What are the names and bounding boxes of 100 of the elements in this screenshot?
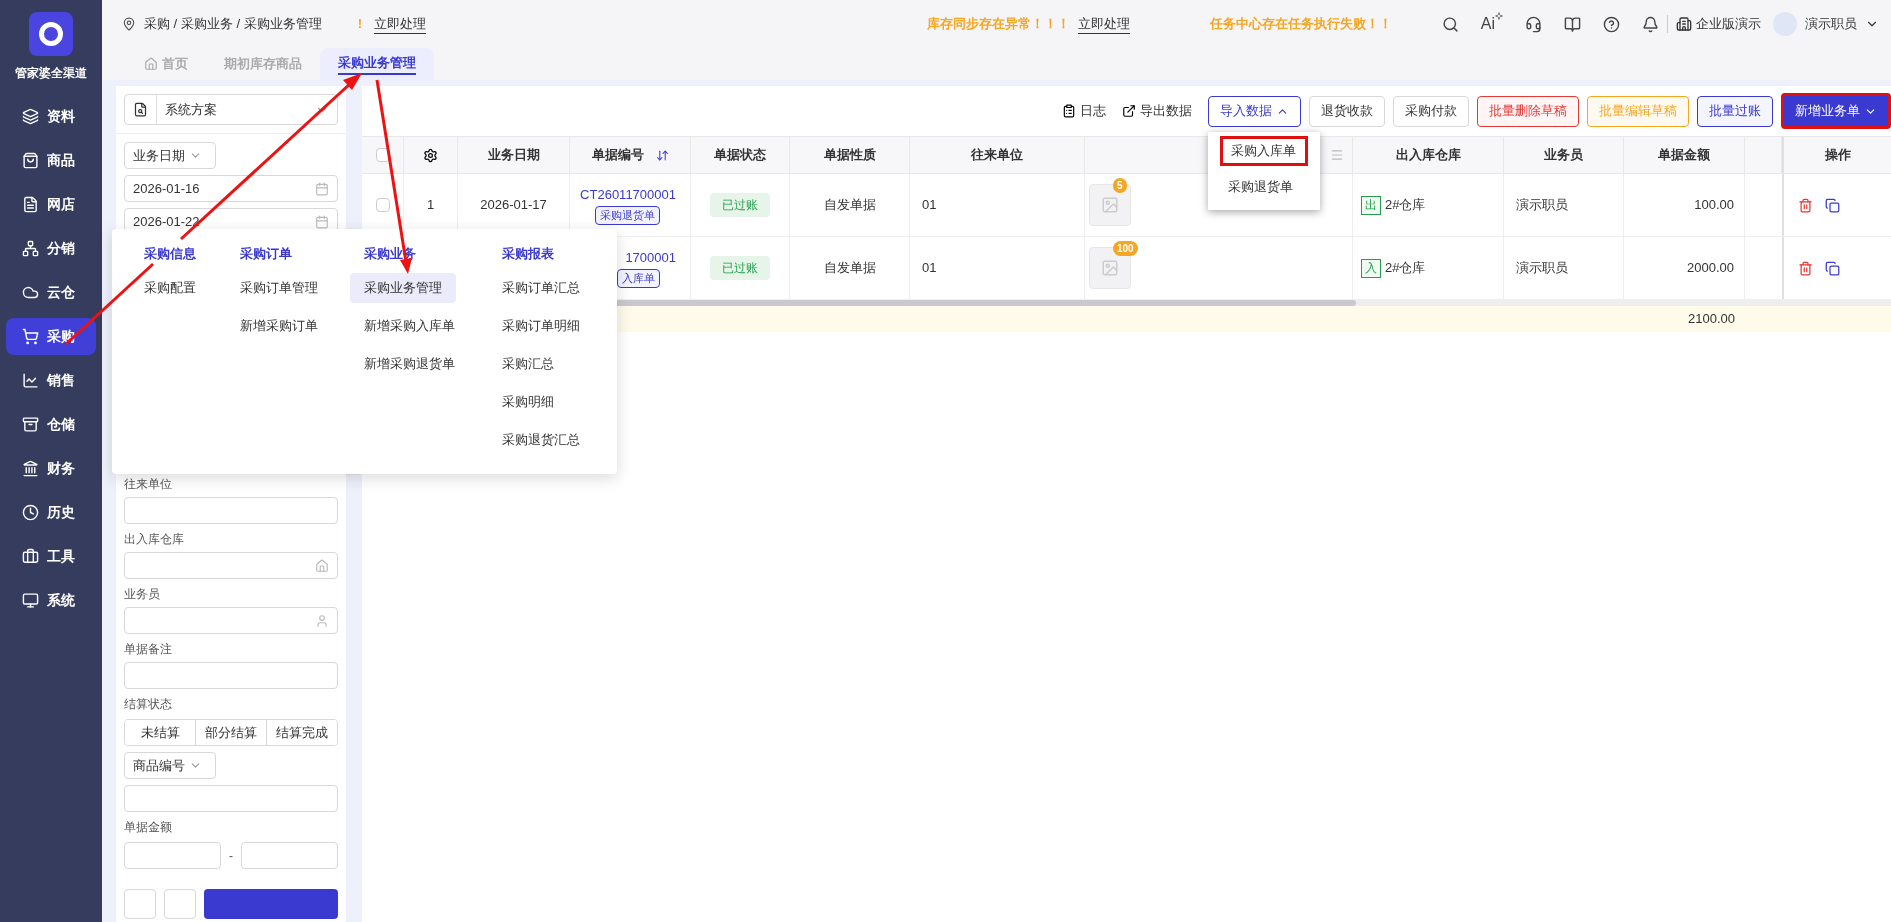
export-button[interactable]: 导出数据 bbox=[1140, 101, 1192, 121]
menu-item[interactable]: 采购退货汇总 bbox=[488, 425, 594, 455]
sidebar-item[interactable]: 仓储 bbox=[6, 406, 96, 443]
menu-item[interactable]: 新增采购退货单 bbox=[350, 349, 469, 379]
toolbar-button[interactable]: 退货收款 bbox=[1309, 95, 1385, 127]
bell-icon[interactable] bbox=[1642, 15, 1659, 33]
direction-tag: 出 bbox=[1361, 195, 1381, 215]
sidebar-item[interactable]: 销售 bbox=[6, 362, 96, 399]
range-separator: - bbox=[229, 847, 233, 865]
sidebar-item[interactable]: 网店 bbox=[6, 186, 96, 223]
home-icon bbox=[144, 57, 158, 71]
input-field[interactable] bbox=[124, 785, 338, 812]
document-type-tag: 采购退货单 bbox=[595, 206, 660, 226]
calendar-icon bbox=[315, 214, 329, 229]
sidebar-item[interactable]: 工具 bbox=[6, 538, 96, 575]
menu-group-title: 采购信息 bbox=[144, 245, 197, 263]
sparkle-icon bbox=[1495, 12, 1503, 20]
toolbar-button[interactable]: 批量删除草稿 bbox=[1477, 95, 1579, 127]
input-field[interactable] bbox=[124, 662, 338, 689]
menu-item[interactable]: 新增采购订单 bbox=[226, 311, 332, 341]
sidebar-item[interactable]: 系统 bbox=[6, 582, 96, 619]
segment-button[interactable]: 未结算 bbox=[125, 720, 196, 745]
input-field[interactable] bbox=[124, 842, 221, 869]
sidebar-item[interactable]: 云仓 bbox=[6, 274, 96, 311]
menu-item[interactable]: 采购配置 bbox=[130, 273, 210, 303]
column-header: 单据状态 bbox=[714, 146, 766, 165]
table-cell-text: 2026-01-17 bbox=[480, 196, 547, 215]
log-button[interactable]: 日志 bbox=[1080, 101, 1106, 121]
input-field[interactable] bbox=[241, 842, 338, 869]
checkbox[interactable] bbox=[375, 198, 390, 212]
copy-icon[interactable] bbox=[1825, 197, 1840, 213]
sidebar-item[interactable]: 财务 bbox=[6, 450, 96, 487]
help-icon[interactable] bbox=[1603, 15, 1620, 33]
menu-item[interactable]: 采购汇总 bbox=[488, 349, 568, 379]
menu-group-title: 采购订单 bbox=[240, 245, 293, 263]
user-name: 演示职员 bbox=[1805, 15, 1857, 34]
input-field[interactable] bbox=[124, 607, 338, 634]
book-icon[interactable] bbox=[1564, 15, 1581, 33]
sidebar-item[interactable]: 资料 bbox=[6, 98, 96, 135]
export-icon bbox=[1122, 104, 1136, 118]
stock-sync-warning: 库存同步存在异常！！！ bbox=[926, 15, 1070, 34]
tab[interactable]: 采购业务管理 bbox=[320, 48, 434, 80]
menu-item[interactable]: 采购业务管理 bbox=[350, 273, 456, 303]
document-number-link[interactable]: CT26011700001 bbox=[580, 184, 676, 205]
input-field[interactable] bbox=[124, 552, 338, 579]
table-cell-text: 演示职员 bbox=[1516, 259, 1568, 278]
sidebar-item[interactable]: 分销 bbox=[6, 230, 96, 267]
sort-icon[interactable] bbox=[655, 148, 669, 162]
table-cell-text: 自发单据 bbox=[823, 259, 876, 278]
table-cell-text: 2#仓库 bbox=[1385, 196, 1426, 215]
ai-button[interactable]: Ai bbox=[1480, 12, 1495, 36]
table-cell-text: 01 bbox=[922, 259, 937, 278]
new-document-button[interactable]: 新增业务单 bbox=[1781, 93, 1891, 129]
logo-icon bbox=[29, 12, 73, 56]
search-icon[interactable] bbox=[1441, 15, 1459, 33]
copy-icon[interactable] bbox=[1825, 260, 1840, 276]
input-field[interactable]: 2026-01-16 bbox=[124, 175, 338, 202]
document-type-tag: 入库单 bbox=[617, 269, 660, 289]
menu-item[interactable]: 采购订单汇总 bbox=[488, 273, 594, 303]
table-cell-text: 演示职员 bbox=[1516, 196, 1568, 215]
dropdown[interactable]: 业务日期 bbox=[124, 142, 216, 169]
menu-item[interactable]: 采购订单明细 bbox=[488, 311, 594, 341]
delete-icon[interactable] bbox=[1798, 260, 1813, 276]
column-header: 往来单位 bbox=[971, 146, 1023, 165]
field-label: 单据金额 bbox=[124, 819, 173, 836]
pin-button[interactable] bbox=[124, 889, 156, 919]
count-badge: 5 bbox=[1113, 178, 1127, 193]
menu-item[interactable]: 采购明细 bbox=[488, 387, 568, 417]
sidebar-item[interactable]: 商品 bbox=[6, 142, 96, 179]
field-label: 往来单位 bbox=[124, 476, 173, 493]
headset-icon[interactable] bbox=[1525, 15, 1542, 33]
breadcrumb: 采购 / 采购业务 / 采购业务管理 bbox=[144, 15, 322, 34]
sidebar-item[interactable]: 历史 bbox=[6, 494, 96, 531]
person-icon bbox=[315, 613, 329, 628]
toolbar-button[interactable]: 采购付款 bbox=[1393, 95, 1469, 127]
scheme-select[interactable]: 系统方案 bbox=[124, 94, 338, 125]
import-button[interactable]: 导入数据 bbox=[1208, 95, 1301, 127]
status-tag: 已过账 bbox=[710, 193, 770, 217]
document-number-link[interactable]: 1700001 bbox=[625, 247, 676, 268]
table-cell-text: 自发单据 bbox=[823, 196, 876, 215]
table-cell-text: 100.00 bbox=[1694, 196, 1734, 215]
query-button[interactable] bbox=[204, 889, 338, 919]
menu-item[interactable]: 新增采购入库单 bbox=[350, 311, 469, 341]
toolbar-button[interactable]: 批量过账 bbox=[1697, 95, 1773, 127]
refresh-button[interactable] bbox=[164, 889, 196, 919]
input-field[interactable] bbox=[124, 497, 338, 524]
column-header: 业务员 bbox=[1544, 146, 1583, 165]
dropdown[interactable]: 商品编号 bbox=[124, 752, 216, 779]
menu-item[interactable]: 采购订单管理 bbox=[226, 273, 332, 303]
table-cell-text: 2#仓库 bbox=[1385, 259, 1426, 278]
delete-icon[interactable] bbox=[1798, 197, 1813, 213]
task-failure-warning: 任务中心存在任务执行失败！！ bbox=[1209, 15, 1392, 34]
field-label: 出入库仓库 bbox=[124, 531, 185, 548]
company-name: 企业版演示 bbox=[1696, 15, 1761, 34]
brand-name: 管家婆全渠道 bbox=[15, 65, 87, 82]
table-cell-text: 01 bbox=[922, 196, 937, 215]
process-link[interactable]: 立即处理 bbox=[374, 13, 426, 35]
checkbox[interactable] bbox=[375, 148, 390, 162]
settings-icon[interactable] bbox=[423, 147, 438, 163]
process-link[interactable]: 立即处理 bbox=[1077, 13, 1130, 35]
